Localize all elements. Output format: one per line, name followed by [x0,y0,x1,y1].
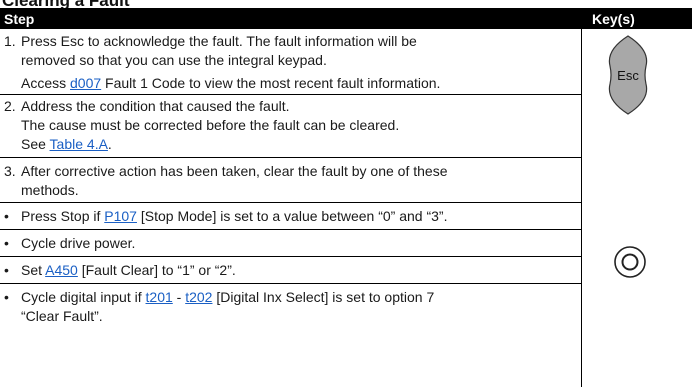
step-2-number: 2. [4,98,16,114]
step-1-line-3: Access d007 Fault 1 Code to view the mos… [21,74,440,93]
step-1-line-2: removed so that you can use the integral… [21,52,327,68]
link-table-4a[interactable]: Table 4.A [50,136,108,152]
header-keys: Key(s) [592,11,635,27]
bullet-3-text: Set A450 [Fault Clear] to “1” or “2”. [21,261,236,280]
row-divider [0,157,582,158]
esc-key[interactable]: Esc [604,34,654,121]
link-t202[interactable]: t202 [185,289,212,305]
bullet-4-mid: - [172,289,186,305]
esc-key-label: Esc [617,68,639,83]
table-header: Step Key(s) [0,8,692,29]
bullet-1-prefix: Press Stop if [21,208,105,224]
bullet-4-line-1: Cycle digital input if t201 - t202 [Digi… [21,288,434,307]
bullet-3-symbol: • [4,262,9,278]
bullet-4-line-2: “Clear Fault”. [21,308,103,324]
row-divider [0,256,582,257]
column-divider [581,29,582,387]
step-1-number: 1. [4,33,16,49]
step-1-line-3-prefix: Access [21,75,71,91]
esc-key-icon: Esc [608,35,648,115]
step-3-line-1: After corrective action has been taken, … [21,163,448,179]
link-p107[interactable]: P107 [104,208,137,224]
bullet-3-prefix: Set [21,262,46,278]
step-2-line-1: Address the condition that caused the fa… [21,98,290,114]
bullet-1-symbol: • [4,208,9,224]
step-1-line-1: Press Esc to acknowledge the fault. The … [21,33,417,49]
header-step: Step [4,11,35,27]
row-divider [0,202,582,203]
row-divider [0,94,582,95]
link-d007[interactable]: d007 [70,75,101,91]
step-1-line-3-suffix: Fault 1 Code to view the most recent fau… [101,75,441,91]
step-3-number: 3. [4,163,16,179]
stop-key-icon [614,246,646,278]
step-2-line-3-suffix: . [107,136,112,152]
bullet-3-suffix: [Fault Clear] to “1” or “2”. [77,262,236,278]
step-2-line-3: See Table 4.A. [21,135,112,154]
step-2-line-3-prefix: See [21,136,50,152]
bullet-1-text: Press Stop if P107 [Stop Mode] is set to… [21,207,447,226]
bullet-4-prefix: Cycle digital input if [21,289,146,305]
step-3-line-2: methods. [21,182,79,198]
link-t201[interactable]: t201 [146,289,173,305]
bullet-2-symbol: • [4,235,9,251]
procedure-table: Step Key(s) 1. Press Esc to acknowledge … [0,8,692,387]
stop-key[interactable] [613,245,647,284]
bullet-1-suffix: [Stop Mode] is set to a value between “0… [136,208,448,224]
row-divider [0,283,582,284]
bullet-4-suffix: [Digital Inx Select] is set to option 7 [212,289,435,305]
step-2-line-2: The cause must be corrected before the f… [21,117,400,133]
bullet-2-text: Cycle drive power. [21,235,136,251]
link-a450[interactable]: A450 [45,262,78,278]
bullet-4-symbol: • [4,289,9,305]
row-divider [0,229,582,230]
